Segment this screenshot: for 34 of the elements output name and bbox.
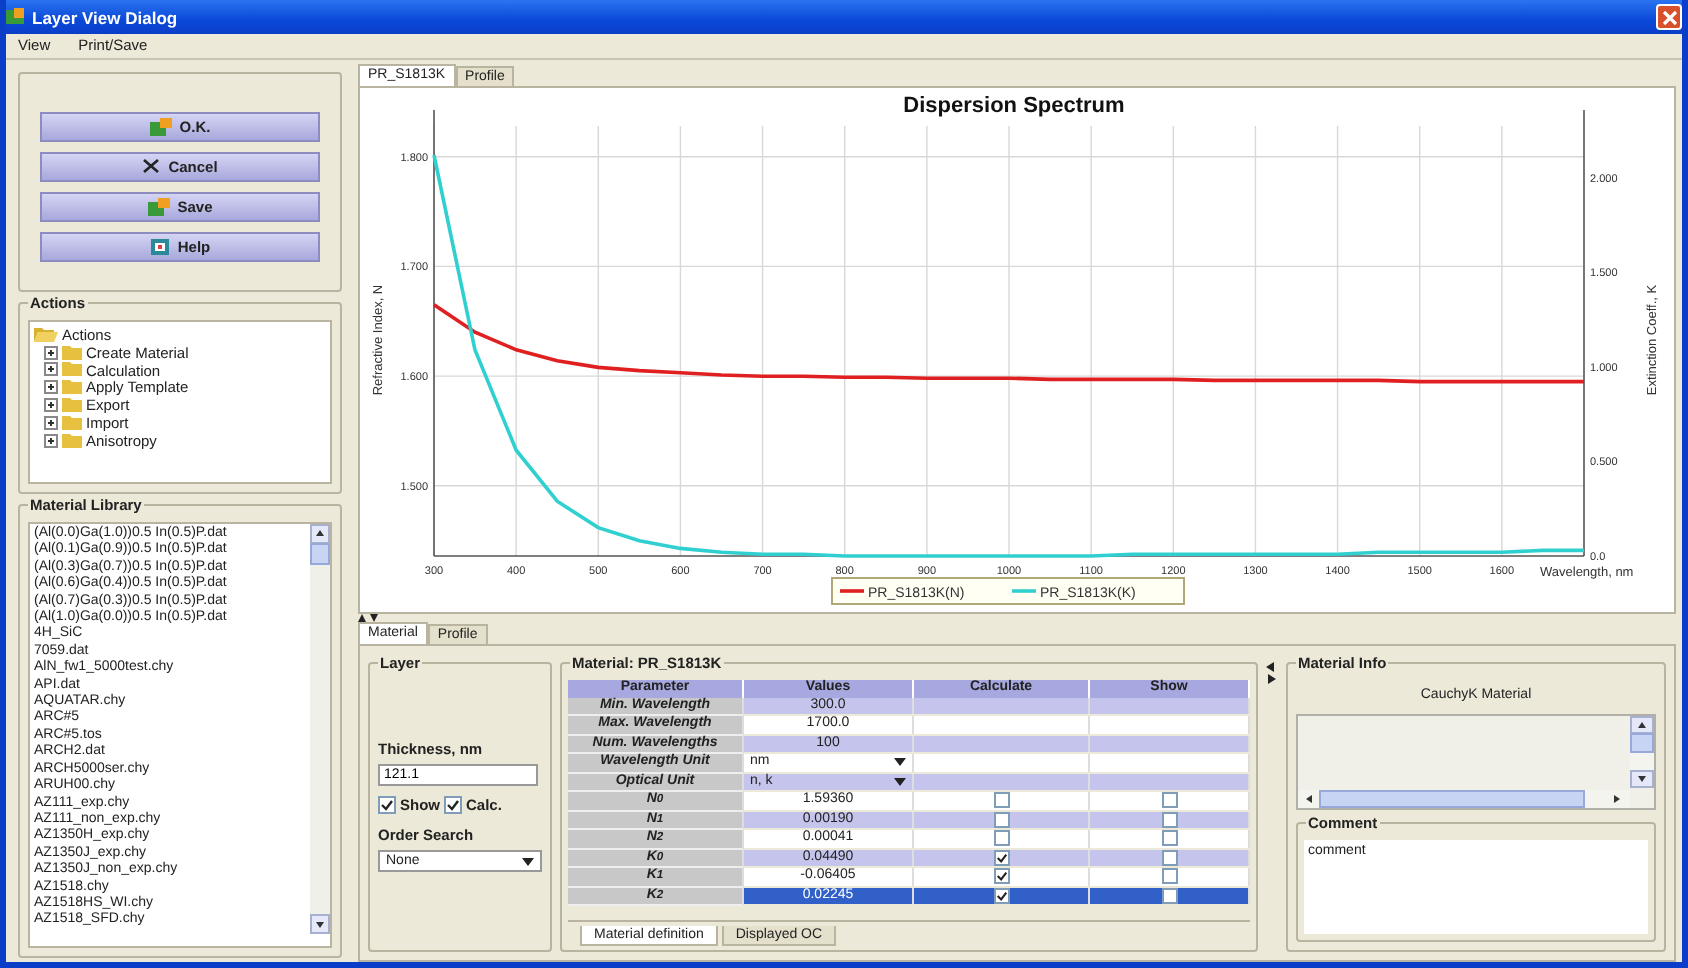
splitter-arrows-icon[interactable] [1266, 662, 1277, 684]
checkbox[interactable] [993, 868, 1009, 885]
expand-icon[interactable] [44, 433, 58, 448]
help-icon [149, 237, 170, 255]
dropdown-arrow-icon [522, 857, 534, 865]
document-icon [147, 197, 170, 215]
checkbox[interactable] [993, 792, 1009, 809]
checkbox[interactable] [1161, 849, 1177, 866]
document-icon [149, 117, 172, 135]
close-icon [1661, 9, 1677, 25]
checkbox[interactable] [993, 830, 1009, 847]
splitter-arrows-icon[interactable] [358, 614, 378, 624]
checkbox[interactable] [444, 796, 462, 814]
checkbox[interactable] [1161, 830, 1177, 847]
close-button[interactable] [1656, 4, 1682, 30]
checkbox[interactable] [1161, 811, 1177, 828]
expand-icon[interactable] [44, 398, 58, 413]
checkbox[interactable] [1161, 868, 1177, 885]
expand-icon[interactable] [44, 345, 58, 360]
app-icon [6, 8, 24, 26]
checkbox[interactable] [1161, 792, 1177, 809]
checkbox[interactable] [993, 811, 1009, 828]
expand-icon[interactable] [44, 415, 58, 430]
checkbox[interactable] [1161, 887, 1177, 904]
checkbox[interactable] [378, 796, 396, 814]
expand-icon[interactable] [44, 362, 58, 377]
scrollbar[interactable] [310, 524, 330, 934]
window-title: Layer View Dialog [32, 7, 180, 27]
checkbox[interactable] [993, 849, 1009, 866]
checkbox[interactable] [993, 887, 1009, 904]
chart-title: Dispersion Spectrum [903, 94, 1125, 118]
legend-line-icon [1012, 589, 1036, 593]
expand-icon[interactable] [44, 380, 58, 395]
legend-line-icon [840, 589, 864, 593]
